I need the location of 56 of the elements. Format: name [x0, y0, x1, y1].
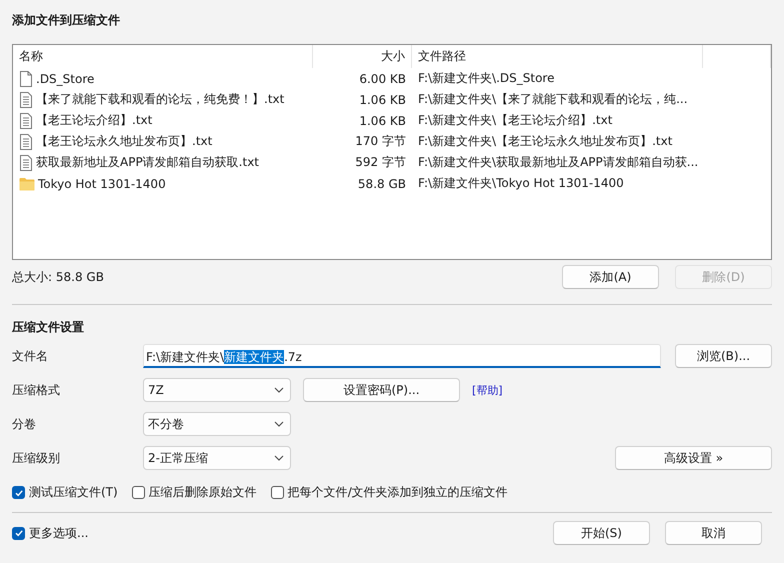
checkbox-label: 更多选项... — [29, 524, 88, 542]
file-name: 【老王论坛永久地址发布页】.txt — [36, 133, 212, 150]
field-label: 分卷 — [12, 416, 37, 432]
total-size: 总大小: 58.8 GB — [12, 268, 104, 286]
file-path: F:\新建文件夹\【来了就能下载和观看的论坛，纯... — [417, 91, 689, 108]
file-size: 1.06 KB — [358, 92, 407, 106]
set-password-button[interactable]: 设置密码(P)... — [303, 378, 460, 402]
column-header[interactable]: 大小 — [313, 45, 412, 68]
file-size: 58.8 GB — [356, 176, 407, 190]
section-heading: 压缩文件设置 — [12, 319, 85, 336]
dropdown[interactable]: 不分卷 — [143, 412, 291, 436]
file-name: .DS_Store — [36, 72, 94, 86]
file-name: Tokyo Hot 1301-1400 — [38, 176, 166, 190]
folder-icon — [19, 176, 35, 190]
dropdown[interactable]: 7Z — [143, 378, 291, 402]
dialog-button[interactable]: 开始(S) — [553, 521, 650, 545]
dialog-button[interactable]: 取消 — [665, 521, 762, 545]
file-icon — [19, 70, 33, 86]
browse-button[interactable]: 浏览(B)... — [675, 344, 772, 368]
checkbox-box[interactable] — [270, 486, 284, 499]
checkbox-box[interactable] — [12, 526, 25, 540]
text-file-icon — [19, 154, 33, 170]
dropdown[interactable]: 2-正常压缩 — [143, 446, 291, 470]
file-path: F:\新建文件夹\.DS_Store — [417, 70, 556, 87]
file-size: 6.00 KB — [358, 72, 407, 86]
field-label: 压缩格式 — [12, 382, 61, 398]
file-size: 1.06 KB — [358, 114, 407, 128]
field-label: 压缩级别 — [12, 450, 61, 466]
file-path: F:\新建文件夹\【老王论坛介绍】.txt — [417, 112, 614, 129]
column-header[interactable]: 文件路径 — [412, 45, 703, 68]
checkbox-label: 测试压缩文件(T) — [29, 484, 118, 501]
file-name: 【老王论坛介绍】.txt — [36, 112, 152, 129]
window-title: 添加文件到压缩文件 — [12, 12, 121, 29]
file-path: F:\新建文件夹\获取最新地址及APP请发邮箱自动获... — [417, 154, 700, 171]
help-link[interactable]: [帮助] — [472, 382, 503, 398]
caret-icon — [274, 421, 284, 427]
caret-icon — [274, 455, 284, 461]
text-file-icon — [19, 92, 33, 108]
file-size: 170 字节 — [354, 133, 407, 150]
input-field[interactable]: F:\新建文件夹\新建文件夹.7z — [143, 344, 661, 368]
file-name: 【来了就能下载和观看的论坛，纯免费！】.txt — [36, 91, 284, 108]
file-path: F:\新建文件夹\【老王论坛永久地址发布页】.txt — [417, 133, 674, 150]
field-label: 文件名 — [12, 348, 49, 364]
caret-icon — [274, 387, 284, 393]
column-header[interactable]: 名称 — [13, 45, 313, 68]
file-size: 592 字节 — [354, 154, 407, 171]
checkbox[interactable]: 更多选项... — [12, 524, 88, 542]
checkbox[interactable]: 测试压缩文件(T) — [12, 484, 118, 501]
list-button[interactable]: 添加(A) — [562, 265, 659, 289]
checkbox-box[interactable] — [12, 486, 25, 499]
file-path: F:\新建文件夹\Tokyo Hot 1301-1400 — [417, 175, 625, 192]
text-file-icon — [19, 112, 33, 128]
advanced-settings-button[interactable]: 高级设置 » — [615, 446, 772, 470]
file-name: 获取最新地址及APP请发邮箱自动获取.txt — [36, 154, 260, 171]
text-file-icon — [19, 134, 33, 150]
checkbox-box[interactable] — [132, 486, 145, 499]
